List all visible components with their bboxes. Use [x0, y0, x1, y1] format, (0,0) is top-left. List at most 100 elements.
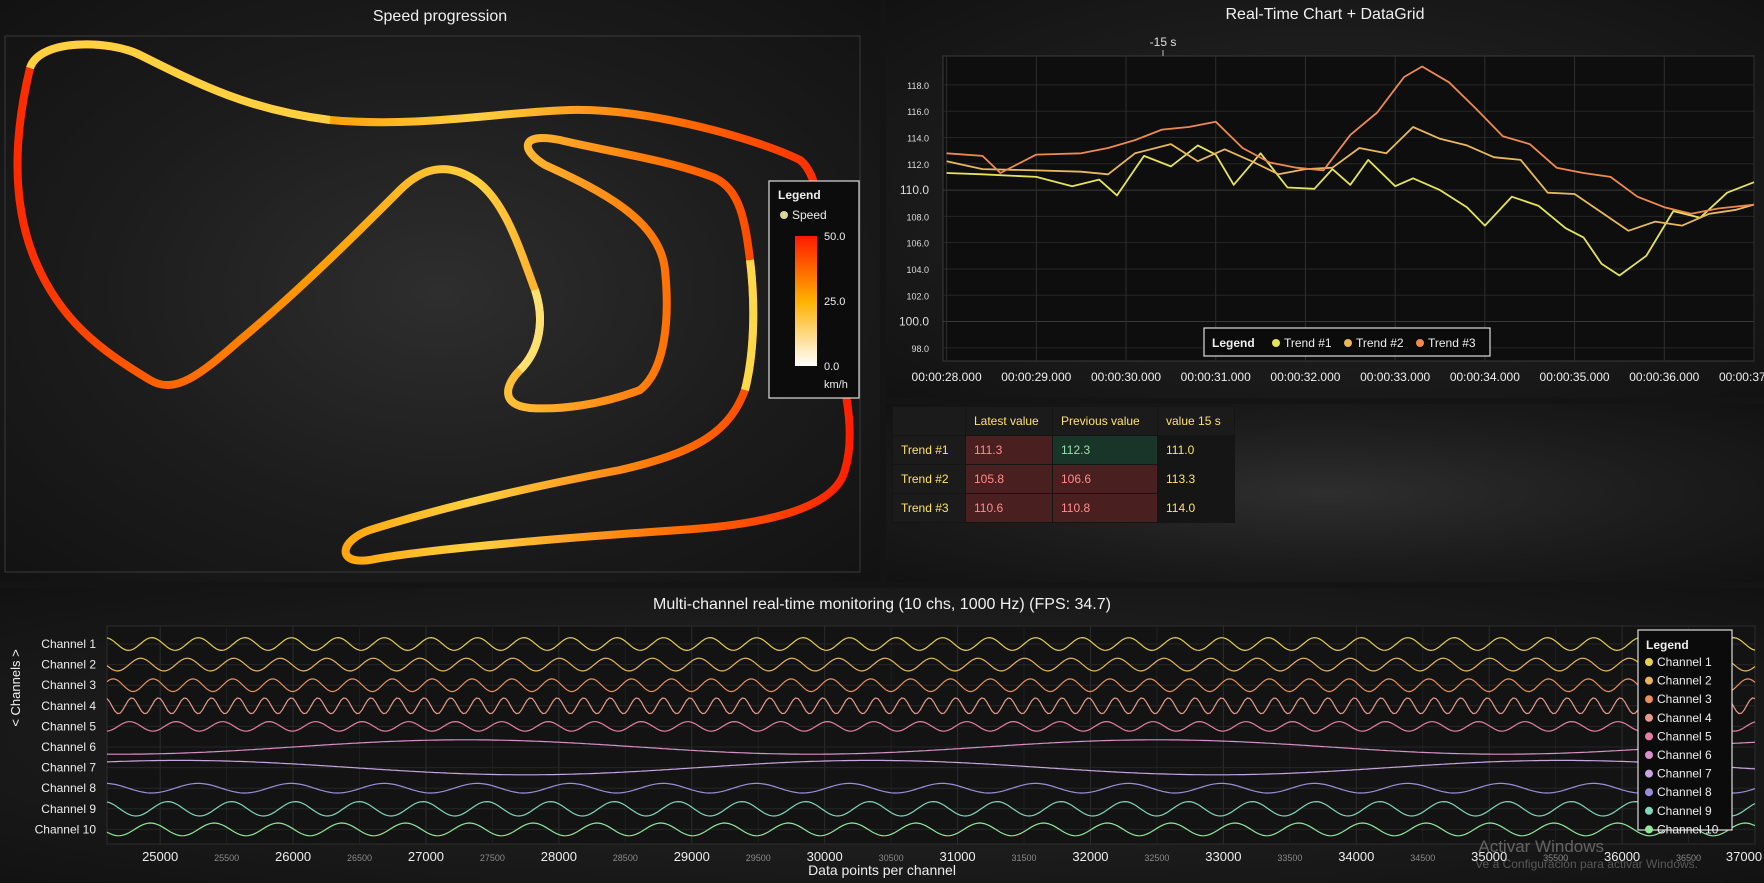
- mc-x-minor-tick-label: 34500: [1410, 853, 1435, 863]
- rt-x-tick-label: 00:00:34.000: [1450, 370, 1520, 384]
- rt-x-tick-label: 00:00:33.000: [1360, 370, 1430, 384]
- rt-x-tick-label: 00:00:32.000: [1270, 370, 1340, 384]
- mc-legend-item: Channel 10: [1657, 822, 1719, 836]
- grid-row-header: Trend #1: [892, 435, 966, 465]
- grid-row-trend-1[interactable]: Trend #1 111.3 112.3 111.0: [892, 435, 1235, 465]
- speed-legend-title: Legend: [778, 188, 821, 202]
- rt-legend-marker-2: [1344, 339, 1352, 347]
- grid-cell-15s[interactable]: 111.0: [1157, 435, 1235, 465]
- speed-tick-mid: 25.0: [824, 296, 845, 308]
- mc-x-minor-tick-label: 32500: [1144, 853, 1169, 863]
- mc-legend-marker: [1645, 658, 1653, 666]
- grid-header-15s[interactable]: value 15 s: [1157, 406, 1235, 436]
- mc-channel-label: Channel 4: [41, 699, 96, 713]
- speed-legend-marker: [780, 211, 788, 219]
- mc-x-tick-label: 37000: [1726, 849, 1762, 864]
- mc-x-tick-label: 25000: [142, 849, 178, 864]
- windows-activation-subtext: Ve a Configuración para activar Windows.: [1475, 857, 1698, 871]
- datagrid-panel: Latest value Previous value value 15 s T…: [886, 404, 1764, 582]
- mc-legend-item: Channel 1: [1657, 655, 1712, 669]
- grid-header-previous[interactable]: Previous value: [1052, 406, 1158, 436]
- grid-cell-previous[interactable]: 106.6: [1052, 464, 1158, 494]
- mc-channel-label: Channel 7: [41, 761, 96, 775]
- mc-legend-item: Channel 9: [1657, 804, 1712, 818]
- mc-x-minor-tick-label: 27500: [480, 853, 505, 863]
- rt-legend-trend-3: Trend #3: [1428, 336, 1476, 350]
- mc-x-minor-tick-label: 31500: [1012, 853, 1037, 863]
- mc-x-tick-label: 27000: [408, 849, 444, 864]
- mc-legend-marker: [1645, 769, 1653, 778]
- track-fast-segment-3: [741, 259, 758, 391]
- rt-x-tick-label: 00:00:35.000: [1540, 370, 1610, 384]
- grid-row-trend-3[interactable]: Trend #3 110.6 110.8 114.0: [892, 493, 1235, 523]
- speed-color-scale: [795, 236, 817, 366]
- track-map[interactable]: Legend Speed 50.0 25.0 0.0 km/h: [0, 0, 880, 582]
- speed-tick-low: 0.0: [824, 361, 839, 373]
- grid-cell-latest[interactable]: 110.6: [965, 493, 1053, 523]
- mc-channel-label: Channel 8: [41, 781, 96, 795]
- rt-y-tick-label: 106.0: [906, 239, 929, 249]
- mc-channel-label: Channel 3: [41, 678, 96, 692]
- grid-header-corner: [892, 406, 966, 436]
- mc-x-axis-label: Data points per channel: [808, 862, 956, 878]
- mc-legend-item: Channel 6: [1657, 748, 1712, 762]
- multichannel-panel: Multi-channel real-time monitoring (10 c…: [0, 588, 1764, 883]
- realtime-chart[interactable]: 98.0 100.0 102.0 104.0 106.0 108.0 110.0 112.0 1…: [886, 0, 1764, 398]
- speed-legend[interactable]: Legend Speed 50.0 25.0 0.0 km/h: [768, 180, 860, 399]
- mc-legend[interactable]: Legend Channel 1 Channel 2 Channel 3 Channe…: [1637, 629, 1733, 836]
- mc-channel-label: Channel 10: [35, 822, 97, 836]
- grid-cell-latest[interactable]: 105.8: [965, 464, 1053, 494]
- rt-x-tick-label: 00:00:30.000: [1091, 370, 1161, 384]
- grid-row-trend-2[interactable]: Trend #2 105.8 106.6 113.3: [892, 464, 1235, 494]
- rt-y-tick-label: 108.0: [906, 212, 929, 222]
- mc-x-minor-tick-label: 28500: [613, 853, 638, 863]
- mc-channel-label: Channel 2: [41, 658, 96, 672]
- speed-tick-high: 50.0: [824, 231, 845, 243]
- rt-legend-trend-1: Trend #1: [1284, 336, 1332, 350]
- track-fast-segment-2: [517, 288, 544, 373]
- mc-x-tick-label: 32000: [1072, 849, 1108, 864]
- mc-legend-marker: [1645, 732, 1653, 741]
- mc-channel-label: Channel 9: [41, 802, 96, 816]
- mc-legend-marker: [1645, 751, 1653, 759]
- mc-x-tick-label: 29000: [674, 849, 710, 864]
- rt-x-tick-label: 00:00:36.000: [1629, 370, 1699, 384]
- grid-header-row: Latest value Previous value value 15 s: [892, 406, 1235, 436]
- mc-legend-marker: [1645, 695, 1653, 704]
- rt-y-tick-label: 114.0: [907, 134, 929, 144]
- rt-x-tick-label: 00:00:29.000: [1001, 370, 1071, 384]
- grid-cell-latest[interactable]: 111.3: [965, 435, 1053, 465]
- rt-y-tick-label: 98.0: [911, 344, 929, 354]
- mc-legend-item: Channel 4: [1657, 711, 1712, 725]
- grid-row-header: Trend #2: [892, 464, 966, 494]
- rt-x-tick-label: 00:00:31.000: [1181, 370, 1251, 384]
- rt-legend-title: Legend: [1212, 336, 1255, 350]
- mc-legend-marker: [1645, 676, 1653, 685]
- rt-plot-area: [942, 55, 1755, 362]
- rt-marker-label: -15 s: [1150, 35, 1177, 49]
- mc-channel-label: Channel 1: [41, 637, 96, 651]
- mc-legend-marker: [1645, 806, 1653, 815]
- data-grid[interactable]: Latest value Previous value value 15 s T…: [892, 406, 1235, 523]
- rt-y-tick-label: 100.0: [899, 315, 929, 329]
- track-plot-area: [4, 35, 861, 573]
- mc-x-tick-label: 34000: [1338, 849, 1374, 864]
- rt-legend-marker-3: [1416, 339, 1424, 347]
- mc-x-minor-tick-label: 33500: [1277, 853, 1302, 863]
- grid-cell-15s[interactable]: 113.3: [1157, 464, 1235, 494]
- mc-legend-marker: [1645, 713, 1653, 722]
- rt-x-tick-label: 00:00:37.000: [1719, 370, 1764, 384]
- grid-cell-previous[interactable]: 110.8: [1052, 493, 1158, 523]
- grid-cell-previous[interactable]: 112.3: [1052, 435, 1158, 465]
- grid-cell-15s[interactable]: 114.0: [1157, 493, 1235, 523]
- mc-legend-marker: [1645, 788, 1653, 797]
- speed-unit: km/h: [824, 379, 848, 391]
- mc-legend-item: Channel 2: [1657, 674, 1712, 688]
- speed-progression-panel: Speed progression Legend Speed 50.0 25.0…: [0, 0, 880, 582]
- track-path: [13, 40, 854, 565]
- rt-legend[interactable]: Legend Trend #1 Trend #2 Trend #3: [1203, 327, 1491, 357]
- speed-legend-series: Speed: [792, 208, 827, 222]
- grid-header-latest[interactable]: Latest value: [965, 406, 1053, 436]
- rt-y-tick-label: 118.0: [907, 81, 929, 91]
- rt-y-tick-label: 102.0: [906, 291, 929, 301]
